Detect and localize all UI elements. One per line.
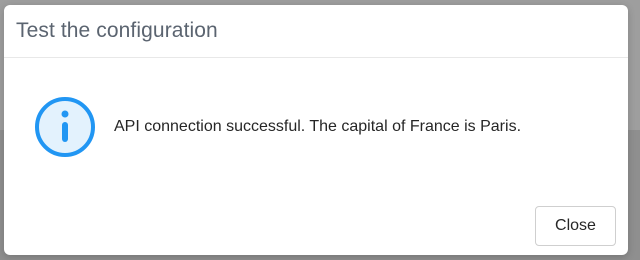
dialog-title: Test the configuration xyxy=(16,19,218,42)
dialog-message: API connection successful. The capital o… xyxy=(114,117,522,135)
close-button[interactable]: Close xyxy=(535,205,616,246)
dialog-body: API connection successful. The capital o… xyxy=(4,58,628,196)
dialog-header: Test the configuration xyxy=(4,5,628,58)
info-icon xyxy=(34,96,96,158)
configuration-test-dialog: Test the configuration API connection su… xyxy=(4,5,628,255)
dialog-footer: Close xyxy=(4,196,628,255)
